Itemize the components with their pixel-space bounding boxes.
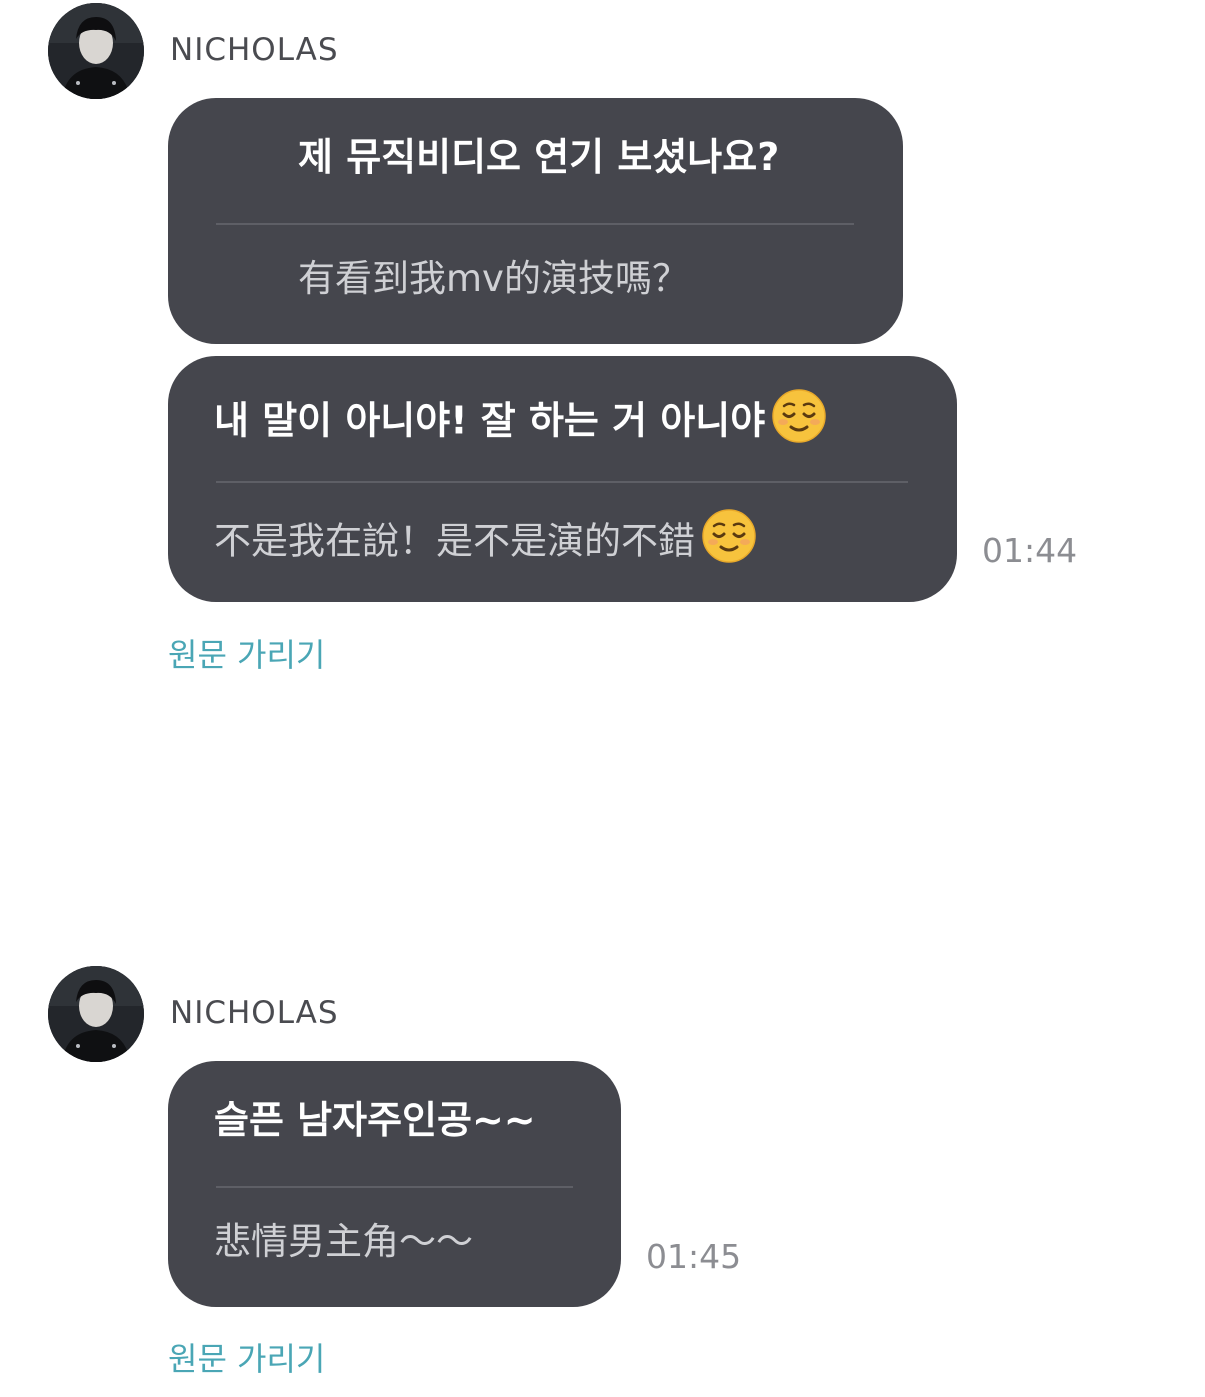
hide-original-link[interactable]: 원문 가리기	[168, 630, 325, 676]
relieved-face-emoji	[701, 508, 757, 570]
avatar[interactable]	[48, 3, 144, 99]
hide-original-link[interactable]: 원문 가리기	[168, 1334, 325, 1380]
original-text: 슬픈 남자주인공~~	[214, 1098, 536, 1142]
message-bubble[interactable]: 제 뮤직비디오 연기 보셨나요? 有看到我mv的演技嗎？	[168, 98, 903, 344]
message-time: 01:45	[646, 1237, 742, 1276]
relieved-face-emoji	[771, 388, 827, 450]
message-bubble[interactable]: 슬픈 남자주인공~~ 悲情男主角～～	[168, 1061, 621, 1307]
bubble-divider	[216, 1186, 573, 1188]
bubble-divider	[216, 223, 854, 225]
original-text: 제 뮤직비디오 연기 보셨나요?	[298, 135, 780, 179]
message-time: 01:44	[982, 531, 1078, 570]
translated-text: 不是我在說！是不是演的不錯	[214, 519, 695, 563]
avatar[interactable]	[48, 966, 144, 1062]
translated-text: 有看到我mv的演技嗎？	[298, 257, 689, 300]
message-bubble[interactable]: 내 말이 아니야! 잘 하는 거 아니야 不是我在說！是不是演的不錯	[168, 356, 957, 602]
profile-photo	[48, 3, 144, 99]
translated-text: 悲情男主角～～	[214, 1220, 473, 1263]
bubble-divider	[216, 481, 908, 483]
sender-name: NICHOLAS	[170, 32, 339, 68]
sender-name: NICHOLAS	[170, 995, 339, 1031]
profile-photo	[48, 966, 144, 1062]
original-text: 내 말이 아니야! 잘 하는 거 아니야	[214, 398, 766, 443]
